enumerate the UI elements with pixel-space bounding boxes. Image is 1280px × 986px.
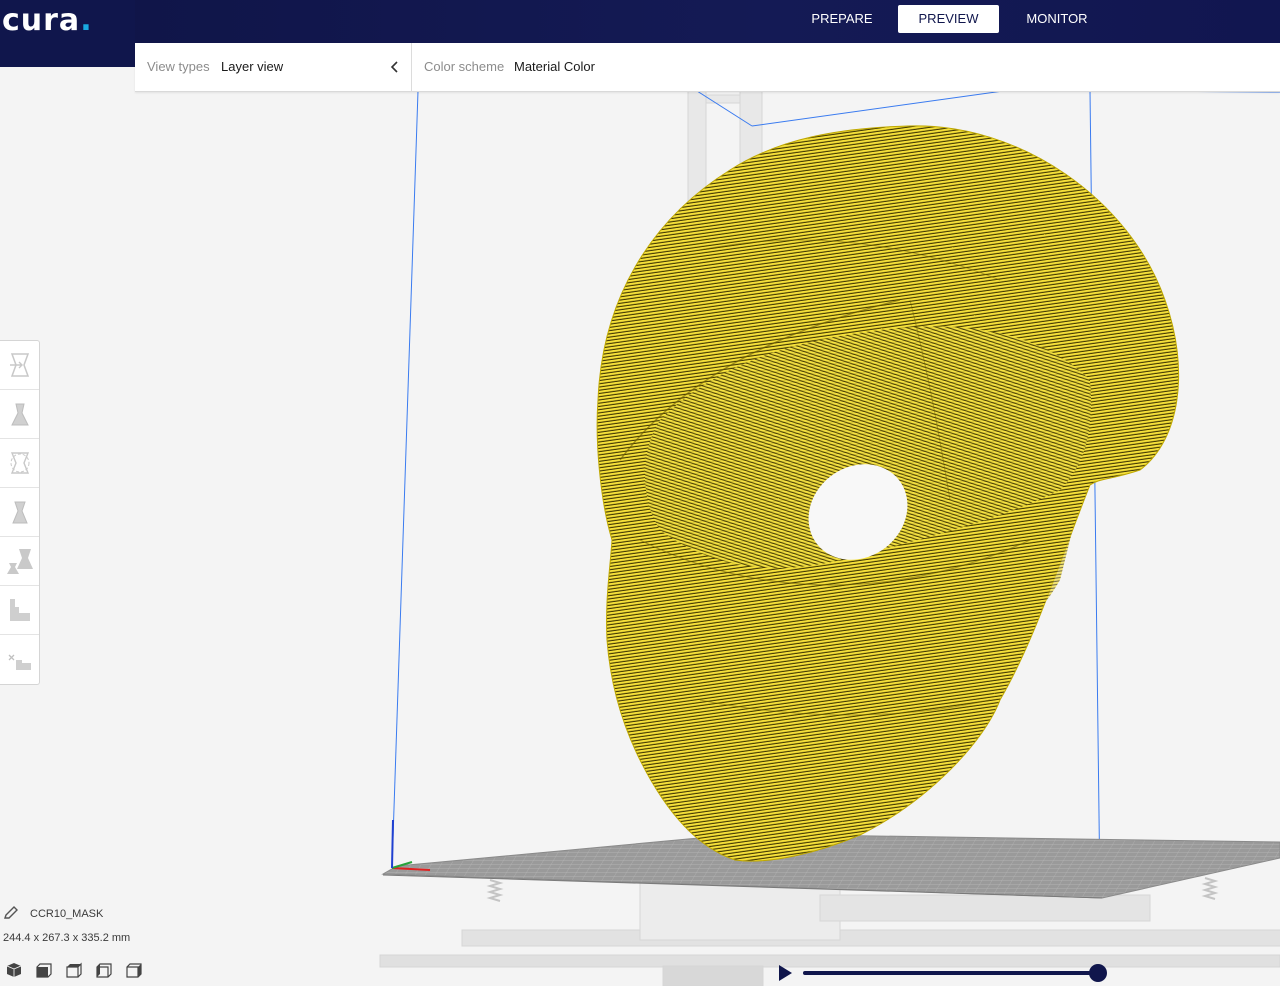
object-dimensions: 244.4 x 267.3 x 335.2 mm <box>3 932 131 944</box>
top-view-icon[interactable] <box>64 961 84 979</box>
move-icon <box>9 353 29 377</box>
per-model-settings-button[interactable] <box>0 537 39 586</box>
axis-indicator <box>391 819 431 871</box>
tab-prepare[interactable]: PREPARE <box>802 5 882 33</box>
front-view-icon[interactable] <box>34 961 54 979</box>
view-types-label: View types <box>147 59 210 74</box>
view-types-dropdown[interactable]: Layer view <box>221 59 283 74</box>
custom-support-button[interactable] <box>0 635 39 683</box>
logo-text: cura <box>2 3 81 38</box>
tab-preview[interactable]: PREVIEW <box>898 5 999 33</box>
right-view-icon[interactable] <box>124 961 144 979</box>
layer-slider-track[interactable] <box>803 971 1098 975</box>
play-icon[interactable] <box>775 963 795 983</box>
cura-logo: cura. <box>2 3 93 38</box>
object-name[interactable]: CCR10_MASK <box>30 908 103 920</box>
support-blocker-button[interactable] <box>0 586 39 635</box>
scale-tool-button[interactable] <box>0 390 39 439</box>
tool-panel <box>0 340 40 685</box>
color-scheme-dropdown[interactable]: Material Color <box>514 59 595 74</box>
header-bar: PREPARE PREVIEW MONITOR <box>0 0 1280 43</box>
rotate-icon <box>10 452 29 474</box>
3d-viewport[interactable] <box>0 91 1280 986</box>
layer-slider-handle[interactable] <box>1089 964 1107 982</box>
pencil-icon[interactable] <box>3 905 19 921</box>
chevron-left-icon[interactable] <box>385 57 405 77</box>
mirror-icon <box>11 501 28 524</box>
per-model-settings-icon <box>6 549 33 574</box>
logo-dot: . <box>80 3 93 38</box>
mirror-tool-button[interactable] <box>0 488 39 537</box>
rotate-tool-button[interactable] <box>0 439 39 488</box>
view-toolbar: View types Layer view Color scheme Mater… <box>135 43 1280 92</box>
3d-view-icon[interactable] <box>4 961 24 979</box>
scale-icon <box>10 403 29 426</box>
tab-monitor[interactable]: MONITOR <box>1016 5 1098 33</box>
sliced-model-mask <box>596 125 1180 862</box>
divider <box>411 43 412 91</box>
color-scheme-label: Color scheme <box>424 59 505 74</box>
support-blocker-icon <box>9 599 30 621</box>
left-view-icon[interactable] <box>94 961 114 979</box>
move-tool-button[interactable] <box>0 341 39 390</box>
custom-support-icon <box>8 654 31 670</box>
logo-area: cura. <box>0 0 135 67</box>
